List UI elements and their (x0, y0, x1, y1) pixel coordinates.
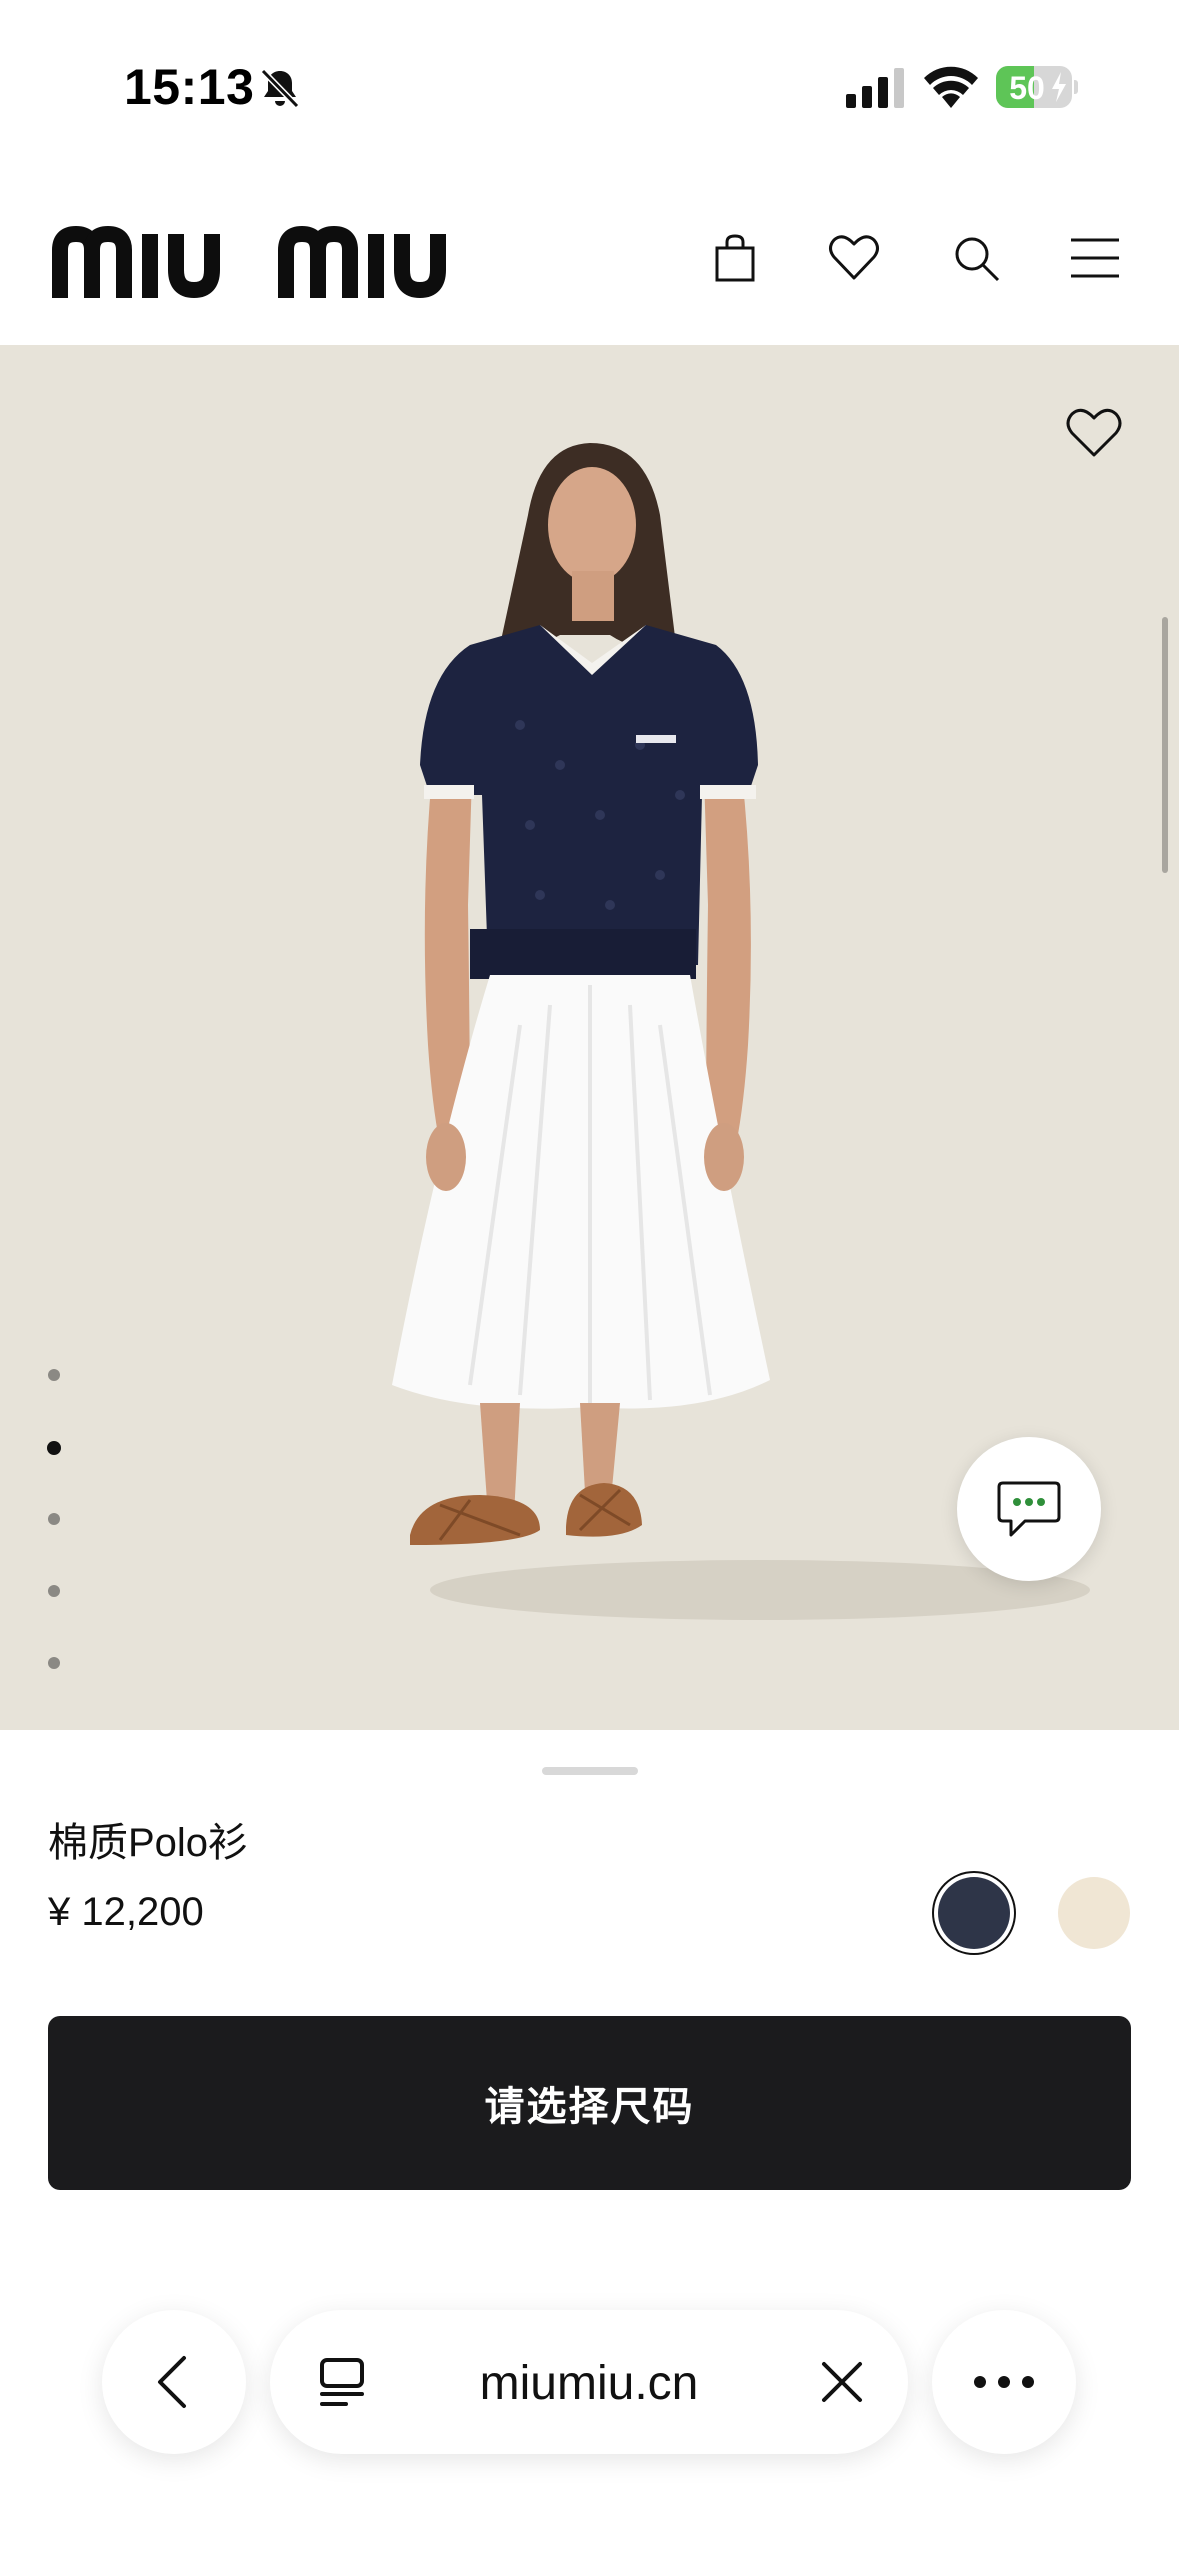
shopping-bag-icon[interactable] (707, 230, 763, 286)
select-size-button[interactable]: 请选择尺码 (48, 2016, 1131, 2190)
more-options-button[interactable] (932, 2310, 1076, 2454)
color-swatch-cream[interactable] (1058, 1877, 1130, 1949)
color-swatch-navy[interactable] (938, 1877, 1010, 1949)
gallery-dot[interactable] (48, 1585, 60, 1597)
more-dots-icon (974, 2376, 1034, 2388)
cellular-signal-icon (846, 68, 904, 108)
gallery-dot[interactable] (48, 1657, 60, 1669)
url-text: miumiu.cn (479, 2357, 699, 2410)
status-bar: 15:13 50 (0, 0, 1179, 170)
status-time: 15:13 (124, 59, 255, 115)
product-page: 15:13 50 棉质Polo衫 ¥ 12,200 请选择尺码 miumiu.c… (0, 0, 1179, 2556)
battery-level: 50 (1009, 70, 1045, 106)
sheet-drag-handle[interactable] (542, 1767, 638, 1775)
chat-bubble-icon (997, 1481, 1061, 1537)
product-price: ¥ 12,200 (48, 1890, 204, 1934)
bell-slash-icon (260, 68, 300, 109)
product-image-gallery[interactable] (0, 345, 1179, 1730)
charging-bolt-icon (1052, 72, 1066, 102)
miu-miu-logo[interactable] (52, 222, 498, 298)
gallery-dot[interactable] (47, 1441, 61, 1455)
heart-icon[interactable] (826, 230, 882, 286)
chat-button[interactable] (957, 1437, 1101, 1581)
chevron-left-icon (158, 2356, 186, 2408)
gallery-dot[interactable] (48, 1513, 60, 1525)
search-icon[interactable] (948, 230, 1004, 286)
hamburger-menu-icon[interactable] (1067, 230, 1123, 286)
address-bar[interactable]: miumiu.cn (270, 2310, 908, 2454)
site-header (0, 200, 1179, 345)
product-name: 棉质Polo衫 (48, 1821, 249, 1865)
gallery-dot[interactable] (48, 1369, 60, 1381)
gallery-scroll-thumb[interactable] (1162, 617, 1168, 873)
browser-toolbar: miumiu.cn (0, 2300, 1179, 2556)
wifi-icon (924, 66, 978, 108)
wishlist-heart-icon[interactable] (1064, 405, 1124, 461)
close-icon[interactable] (820, 2360, 864, 2404)
battery-charging-icon: 50 (996, 66, 1078, 108)
back-button[interactable] (102, 2310, 246, 2454)
